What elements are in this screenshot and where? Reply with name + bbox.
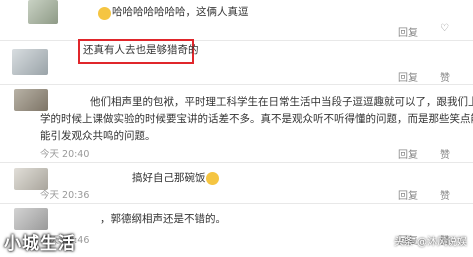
avatar[interactable] <box>12 49 48 75</box>
watermark: 小城生活 <box>4 234 76 254</box>
reply-button[interactable]: 回复 <box>398 187 418 202</box>
face-emoji-icon <box>206 172 219 185</box>
reply-button[interactable]: 回复 <box>398 24 418 39</box>
comment-line: 他们相声里的包袱，平时理工科学生在日常生活中当段子逗逗趣就可以了，跟我们上 <box>90 96 473 108</box>
comment-line: 能引发观众共鸣的问题。 <box>40 130 156 142</box>
like-icon[interactable]: ♡ <box>440 23 449 34</box>
comment-line: 学的时候上课做实验的时候要宝讲的话差不多。真不是观众听不听得懂的问题，而是那些笑… <box>40 113 473 125</box>
like-button[interactable]: 赞 <box>440 187 450 202</box>
reply-button[interactable]: 回复 <box>398 69 418 84</box>
avatar[interactable] <box>14 89 48 111</box>
divider <box>0 40 473 41</box>
comment-time: 今天 20:36 <box>40 190 90 201</box>
comment-text: 哈哈哈哈哈哈哈，这俩人真逗 <box>112 6 249 18</box>
divider <box>0 84 473 85</box>
divider <box>0 162 473 163</box>
watermark-source: 头条 @沐风说娱 <box>393 237 467 248</box>
avatar[interactable] <box>14 208 48 230</box>
divider <box>0 203 473 204</box>
avatar[interactable] <box>28 0 58 24</box>
comment-text: 搞好自己那碗饭 <box>132 172 206 184</box>
comment-text: ，郭德纲相声还是不错的。 <box>100 213 226 225</box>
comment-time: 今天 20:40 <box>40 149 90 160</box>
reply-button[interactable]: 回复 <box>398 146 418 161</box>
comment-text: 还真有人去也是够猎奇的 <box>83 44 199 56</box>
like-button[interactable]: 赞 <box>440 146 450 161</box>
face-emoji-icon <box>98 7 111 20</box>
like-button[interactable]: 赞 <box>440 69 450 84</box>
